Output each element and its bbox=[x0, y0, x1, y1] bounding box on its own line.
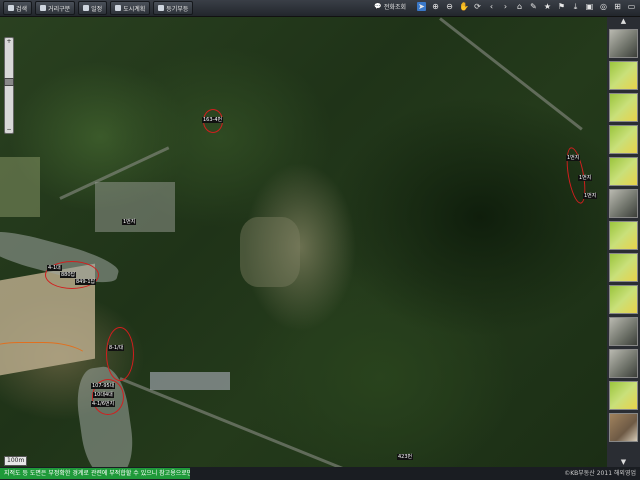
scroll-up-icon[interactable]: ▲ bbox=[607, 17, 640, 26]
map-icon bbox=[115, 5, 122, 11]
map-thumbnail[interactable] bbox=[609, 317, 638, 346]
boundary-line bbox=[0, 342, 92, 394]
map-thumbnail[interactable] bbox=[609, 157, 638, 186]
home-icon[interactable]: ⌂ bbox=[515, 2, 524, 11]
status-bar: 지적도 등 도면은 부정확한 경계로 관련에 부적합할 수 있으니 참고용으로만… bbox=[0, 467, 640, 480]
registry-button[interactable]: 등기부등 bbox=[153, 1, 194, 15]
download-icon[interactable]: ⤓ bbox=[571, 2, 580, 11]
satellite-map[interactable]: 163-4번 1번지 1번지 1번지 4-1대 880답 849-1답 1번지 … bbox=[0, 17, 607, 467]
map-thumbnail[interactable] bbox=[609, 189, 638, 218]
parcel-label: 1번지 bbox=[583, 193, 598, 199]
parcel-label: 423번 bbox=[397, 454, 414, 460]
zoom-plus-icon[interactable]: + bbox=[5, 38, 13, 45]
ruler-icon bbox=[40, 5, 47, 11]
map-thumbnail[interactable] bbox=[609, 349, 638, 378]
scroll-down-icon[interactable]: ▼ bbox=[607, 458, 640, 467]
zoom-in-icon[interactable]: ⊕ bbox=[431, 2, 440, 11]
map-thumbnail[interactable] bbox=[609, 285, 638, 314]
clearing bbox=[240, 217, 300, 287]
farm-field bbox=[0, 157, 40, 217]
top-toolbar: 검색 거리구분 일정 도시계획 등기부등 💬 전화조회 ➤ ⊕ ⊖ ✋ ⟳ ‹ ›… bbox=[0, 0, 640, 17]
map-thumbnail[interactable] bbox=[609, 93, 638, 122]
calendar-icon bbox=[83, 5, 90, 11]
parcel-label: 1번지 bbox=[122, 219, 137, 225]
bookmark-icon[interactable]: ⚑ bbox=[557, 2, 566, 11]
zoom-slider[interactable]: + − bbox=[4, 37, 14, 134]
zoom-slider-handle[interactable] bbox=[4, 78, 14, 86]
chat-icon: 💬 bbox=[374, 3, 382, 10]
search-icon bbox=[8, 5, 14, 11]
parcel-label: 163-4번 bbox=[202, 117, 224, 123]
boundary-line bbox=[540, 17, 607, 109]
measure-icon[interactable]: ✎ bbox=[529, 2, 538, 11]
pan-hand-icon[interactable]: ✋ bbox=[459, 2, 469, 11]
refresh-icon[interactable]: ⟳ bbox=[473, 2, 482, 11]
globe-icon[interactable]: ◎ bbox=[599, 2, 608, 11]
search-button[interactable]: 검색 bbox=[3, 1, 33, 15]
parcel-label: 880답 bbox=[60, 272, 77, 278]
map-thumbnail[interactable] bbox=[609, 381, 638, 410]
schedule-button[interactable]: 일정 bbox=[78, 1, 108, 15]
parcel-label: 1번지 bbox=[578, 175, 593, 181]
parcel-label: 10대4대 bbox=[93, 392, 114, 398]
map-thumbnail[interactable] bbox=[609, 221, 638, 250]
parcel-label: 1번지 bbox=[566, 155, 581, 161]
forward-icon[interactable]: › bbox=[501, 2, 510, 11]
zoom-out-icon[interactable]: ⊖ bbox=[445, 2, 454, 11]
scale-bar: 100m bbox=[4, 456, 28, 466]
building-cluster bbox=[150, 372, 230, 390]
road bbox=[119, 377, 362, 467]
parcel-label: 4-1/6번지 bbox=[91, 401, 116, 407]
parcel-label: 107-95대 bbox=[91, 383, 116, 389]
monitor-icon[interactable]: ▭ bbox=[627, 2, 636, 11]
grid-icon[interactable]: ⊞ bbox=[613, 2, 622, 11]
map-thumbnail[interactable] bbox=[609, 29, 638, 58]
map-tools: 💬 전화조회 ➤ ⊕ ⊖ ✋ ⟳ ‹ › ⌂ ✎ ★ ⚑ ⤓ ▣ ◎ ⊞ ▭ bbox=[374, 2, 636, 11]
map-thumbnail[interactable] bbox=[609, 413, 638, 442]
document-icon bbox=[158, 5, 165, 11]
image-icon[interactable]: ▣ bbox=[585, 2, 594, 11]
parcel-outline[interactable] bbox=[106, 327, 134, 381]
copyright-text: ©KB부동산 2011 해외영업 bbox=[564, 470, 636, 477]
distance-button[interactable]: 거리구분 bbox=[35, 1, 76, 15]
zoom-minus-icon[interactable]: − bbox=[5, 126, 13, 133]
map-thumbnail[interactable] bbox=[609, 253, 638, 282]
pointer-icon[interactable]: ➤ bbox=[417, 2, 426, 11]
city-planning-button[interactable]: 도시계획 bbox=[110, 1, 151, 15]
star-icon[interactable]: ★ bbox=[543, 2, 552, 11]
parcel-label: 849-1답 bbox=[75, 279, 97, 285]
map-thumbnail[interactable] bbox=[609, 61, 638, 90]
parcel-label: 4-1대 bbox=[47, 265, 62, 271]
thumbnail-panel: ▲ ▼ bbox=[607, 17, 640, 467]
parcel-label: 8-1/대 bbox=[108, 345, 125, 351]
news-button[interactable]: 💬 전화조회 bbox=[374, 2, 406, 11]
back-icon[interactable]: ‹ bbox=[487, 2, 496, 11]
disclaimer-message: 지적도 등 도면은 부정확한 경계로 관련에 부적합할 수 있으니 참고용으로만… bbox=[0, 468, 190, 479]
map-thumbnail[interactable] bbox=[609, 125, 638, 154]
